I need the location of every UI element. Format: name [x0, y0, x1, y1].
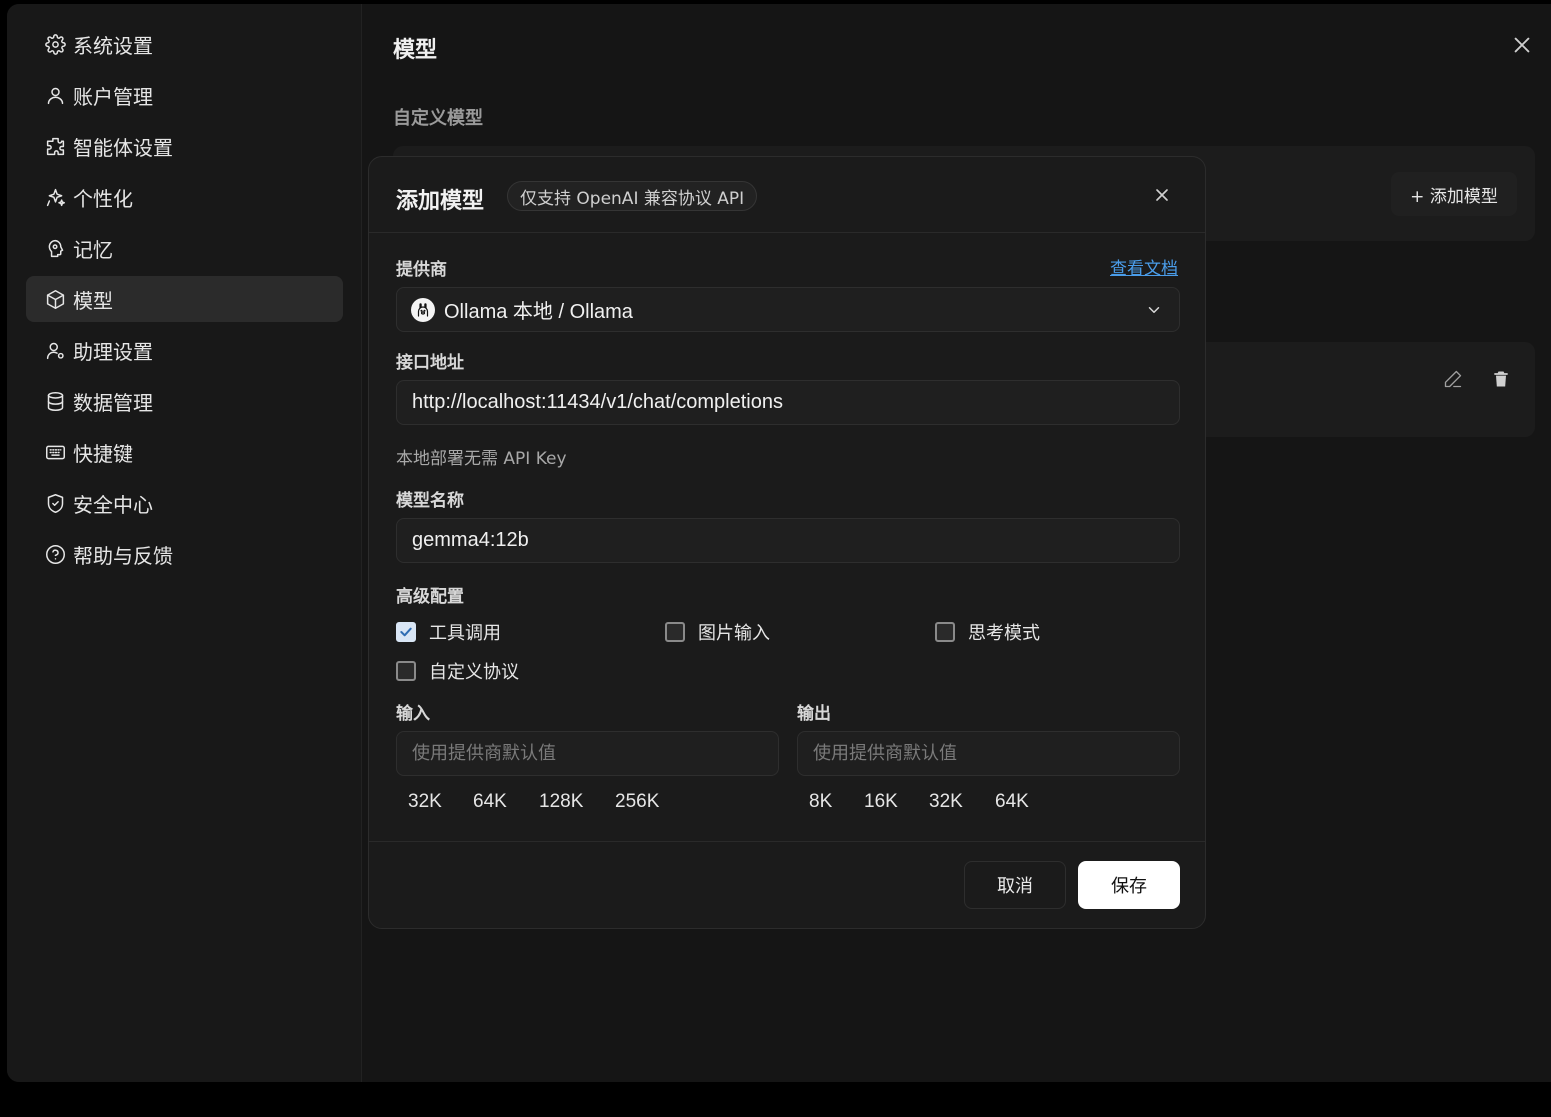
gear-icon	[44, 33, 66, 55]
sidebar-item-label: 快捷键	[73, 441, 133, 466]
sidebar-item-label: 智能体设置	[73, 135, 173, 160]
input-preset-chip[interactable]: 64K	[473, 791, 507, 813]
shield-icon	[44, 492, 66, 514]
checkbox-label: 自定义协议	[429, 662, 519, 683]
chevron-down-icon	[1145, 301, 1163, 319]
sidebar-item-data-management[interactable]: 数据管理	[26, 378, 343, 424]
sidebar-item-security[interactable]: 安全中心	[26, 480, 343, 526]
custom-protocol-checkbox[interactable]: 自定义协议	[396, 658, 519, 684]
checkbox-unchecked	[396, 661, 416, 681]
help-icon	[44, 543, 66, 565]
sidebar-item-label: 数据管理	[73, 390, 153, 415]
memory-icon	[44, 237, 66, 259]
checkbox-unchecked	[935, 622, 955, 642]
close-icon[interactable]	[1511, 34, 1533, 56]
sidebar-item-shortcuts[interactable]: 快捷键	[26, 429, 343, 475]
output-preset-chip[interactable]: 64K	[995, 791, 1029, 813]
save-button[interactable]: 保存	[1078, 861, 1180, 909]
model-name-input[interactable]	[396, 518, 1180, 563]
checkbox-checked	[396, 622, 416, 642]
output-tokens-label: 输出	[797, 704, 831, 724]
input-tokens-label: 输入	[396, 704, 430, 724]
output-preset-chip[interactable]: 16K	[864, 791, 898, 813]
input-preset-chip[interactable]: 256K	[615, 791, 659, 813]
sidebar-item-personalization[interactable]: 个性化	[26, 174, 343, 220]
sidebar-item-label: 系统设置	[73, 33, 153, 58]
sparkle-icon	[44, 186, 66, 208]
user-gear-icon	[44, 339, 66, 361]
cancel-button[interactable]: 取消	[964, 861, 1066, 909]
sidebar-item-models[interactable]: 模型	[26, 276, 343, 322]
sidebar-item-label: 记忆	[73, 237, 113, 262]
sidebar-item-agent-settings[interactable]: 智能体设置	[26, 123, 343, 169]
input-preset-chip[interactable]: 32K	[408, 791, 442, 813]
edit-icon[interactable]	[1443, 369, 1463, 389]
add-model-dialog: 添加模型 仅支持 OpenAI 兼容协议 API 提供商 查看文档 Ollama…	[368, 156, 1206, 929]
ollama-icon	[411, 297, 435, 322]
checkbox-label: 图片输入	[698, 623, 770, 644]
trash-icon[interactable]	[1491, 369, 1511, 389]
close-icon[interactable]	[1152, 185, 1172, 205]
sidebar: 系统设置 账户管理 智能体设置 个性化 记忆 模型 助理设置 数据管理 快捷键 …	[7, 4, 362, 1082]
api-key-hint: 本地部署无需 API Key	[396, 449, 567, 469]
sidebar-item-account[interactable]: 账户管理	[26, 72, 343, 118]
sidebar-item-memory[interactable]: 记忆	[26, 225, 343, 271]
tool-call-checkbox[interactable]: 工具调用	[396, 619, 501, 645]
output-preset-chip[interactable]: 32K	[929, 791, 963, 813]
provider-select[interactable]: Ollama 本地 / Ollama	[396, 287, 1180, 332]
checkbox-unchecked	[665, 622, 685, 642]
view-docs-link[interactable]: 查看文档	[1110, 254, 1178, 279]
section-title: 自定义模型	[393, 108, 483, 129]
add-model-button[interactable]: + 添加模型	[1391, 172, 1517, 216]
input-tokens-input[interactable]	[396, 731, 779, 776]
model-name-label: 模型名称	[396, 491, 464, 511]
endpoint-label: 接口地址	[396, 353, 464, 373]
output-tokens-input[interactable]	[797, 731, 1180, 776]
endpoint-input[interactable]	[396, 380, 1180, 425]
advanced-config-label: 高级配置	[396, 587, 464, 607]
sidebar-item-label: 账户管理	[73, 84, 153, 109]
checkbox-label: 思考模式	[968, 623, 1040, 644]
user-icon	[44, 84, 66, 106]
output-preset-chip[interactable]: 8K	[809, 791, 832, 813]
sidebar-item-system-settings[interactable]: 系统设置	[26, 21, 343, 67]
sidebar-item-label: 帮助与反馈	[73, 543, 173, 568]
checkbox-label: 工具调用	[429, 623, 501, 644]
database-icon	[44, 390, 66, 412]
dialog-title: 添加模型	[396, 189, 485, 214]
thinking-mode-checkbox[interactable]: 思考模式	[935, 619, 1040, 645]
sidebar-item-label: 模型	[73, 288, 113, 313]
dialog-footer-divider	[369, 841, 1205, 842]
input-preset-chip[interactable]: 128K	[539, 791, 583, 813]
compat-badge: 仅支持 OpenAI 兼容协议 API	[507, 181, 758, 211]
provider-label: 提供商	[396, 260, 447, 280]
keyboard-icon	[44, 441, 66, 463]
sidebar-item-label: 个性化	[73, 186, 133, 211]
sidebar-item-assistant-settings[interactable]: 助理设置	[26, 327, 343, 373]
sidebar-item-help[interactable]: 帮助与反馈	[26, 531, 343, 577]
page-title: 模型	[393, 38, 438, 63]
image-input-checkbox[interactable]: 图片输入	[665, 619, 770, 645]
dialog-header: 添加模型 仅支持 OpenAI 兼容协议 API	[369, 157, 1205, 233]
puzzle-icon	[44, 135, 66, 157]
cube-icon	[44, 288, 66, 310]
provider-value: Ollama 本地 / Ollama	[444, 301, 633, 323]
sidebar-item-label: 助理设置	[73, 339, 153, 364]
sidebar-item-label: 安全中心	[73, 492, 153, 517]
